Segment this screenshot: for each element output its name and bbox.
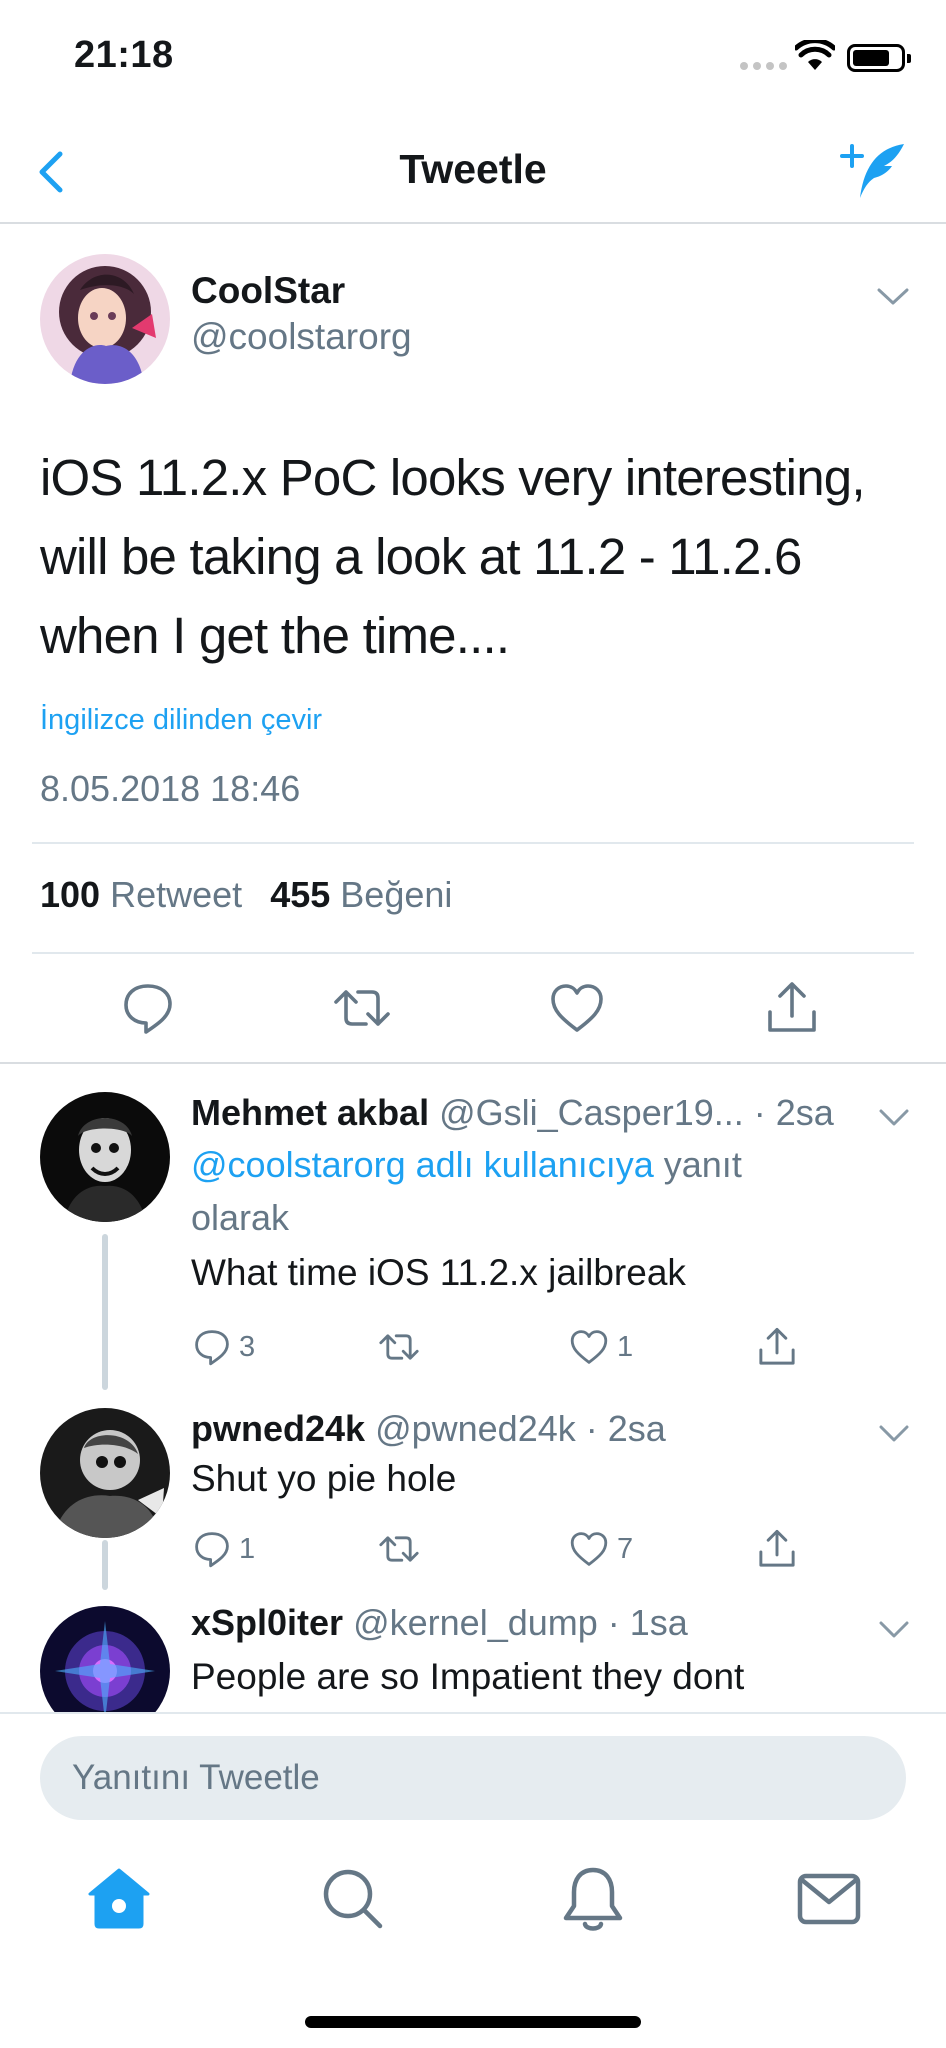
like-count: 7 [617, 1532, 634, 1565]
wifi-icon [795, 40, 835, 70]
chevron-down-icon[interactable] [876, 286, 910, 308]
reply-icon [195, 1330, 229, 1366]
compose-tweet-icon[interactable] [838, 140, 908, 202]
retweet-label: Retweet [110, 874, 243, 915]
like-button[interactable]: 7 [567, 1524, 633, 1574]
notifications-icon[interactable] [558, 1864, 628, 1934]
battery-icon [847, 44, 911, 72]
reply-action-bar: 3 1 [191, 1322, 821, 1372]
home-icon[interactable] [84, 1864, 154, 1934]
divider [0, 1062, 946, 1064]
reply-header: pwned24k @pwned24k · 2sa [191, 1408, 666, 1450]
reply-author-name[interactable]: xSpl0iter [191, 1602, 343, 1643]
reply-author-handle[interactable]: @pwned24k [375, 1408, 576, 1449]
messages-icon[interactable] [794, 1864, 864, 1934]
reply-count: 1 [239, 1532, 256, 1565]
avatar[interactable] [40, 1606, 170, 1712]
retweet-icon [379, 1536, 419, 1562]
like-label: Beğeni [340, 874, 453, 915]
reply-action-bar: 1 7 [191, 1524, 821, 1574]
like-icon [570, 1330, 608, 1364]
status-bar: 21:18 [0, 0, 946, 120]
reply-time: · 2sa [585, 1408, 666, 1449]
status-time: 21:18 [74, 34, 174, 76]
avatar[interactable] [40, 1092, 170, 1222]
reply-text: People are so Impatient they dont Unders… [191, 1656, 745, 1712]
retweet-icon [379, 1334, 419, 1360]
avatar[interactable] [40, 254, 170, 384]
author-name[interactable]: CoolStar [191, 270, 345, 312]
like-count: 1 [617, 1330, 634, 1363]
retweet-button[interactable] [375, 1322, 423, 1372]
like-icon [570, 1532, 608, 1566]
reply-author-name[interactable]: pwned24k [191, 1408, 365, 1449]
avatar[interactable] [40, 1408, 170, 1538]
like-icon[interactable] [547, 978, 607, 1038]
translate-link[interactable]: İngilizce dilinden çevir [40, 704, 322, 737]
reply-time: · 1sa [607, 1602, 688, 1643]
share-icon[interactable] [762, 978, 822, 1038]
like-button[interactable]: 1 [567, 1322, 633, 1372]
reply-author-handle[interactable]: @Gsli_Casper19... [439, 1092, 744, 1133]
chevron-down-icon[interactable] [878, 1424, 910, 1444]
nav-bar: Tweetle [0, 120, 946, 224]
tweet-text: iOS 11.2.x PoC looks very interesting, w… [40, 449, 866, 664]
reply-context: @coolstarorg adlı kullanıcıya yanıt olar… [191, 1138, 831, 1244]
divider [32, 952, 914, 954]
share-icon [759, 1529, 795, 1567]
signal-icon [740, 62, 787, 70]
engagement-counts[interactable]: 100 Retweet 455 Beğeni [40, 874, 452, 916]
reply-icon [195, 1532, 229, 1568]
reply-header: Mehmet akbal @Gsli_Casper19... · 2sa [191, 1092, 834, 1134]
retweet-icon[interactable] [332, 978, 392, 1038]
share-button[interactable] [755, 1322, 799, 1372]
reply-text: What time iOS 11.2.x jailbreak [191, 1252, 686, 1293]
reply-item[interactable]: xSpl0iter @kernel_dump · 1sa People are … [0, 1576, 946, 1712]
reply-button[interactable]: 1 [191, 1524, 255, 1574]
tweet-action-bar [0, 978, 946, 1058]
reply-time: · 2sa [753, 1092, 834, 1133]
search-icon[interactable] [318, 1864, 388, 1934]
share-button[interactable] [755, 1524, 799, 1574]
reply-icon[interactable] [118, 978, 178, 1038]
thread-line [102, 1234, 108, 1390]
reply-text: Shut yo pie hole [191, 1458, 457, 1499]
author-handle[interactable]: @coolstarorg [191, 316, 412, 358]
chevron-down-icon[interactable] [878, 1620, 910, 1640]
page-title: Tweetle [399, 146, 547, 192]
chevron-down-icon[interactable] [878, 1108, 910, 1128]
tweet-date: 8.05.2018 18:46 [40, 768, 301, 809]
home-indicator[interactable] [305, 2016, 641, 2028]
bottom-area [0, 1712, 946, 2048]
reply-button[interactable]: 3 [191, 1322, 255, 1372]
retweet-count: 100 [40, 874, 101, 915]
divider [32, 842, 914, 844]
reply-author-handle[interactable]: @kernel_dump [353, 1602, 598, 1643]
reply-input[interactable] [40, 1736, 906, 1820]
tab-bar [0, 1864, 946, 1964]
reply-author-name[interactable]: Mehmet akbal [191, 1092, 429, 1133]
share-icon [759, 1327, 795, 1365]
reply-count: 3 [239, 1330, 256, 1363]
like-count: 455 [270, 874, 331, 915]
reply-to-mention[interactable]: @coolstarorg adlı kullanıcıya [191, 1144, 654, 1185]
reply-header: xSpl0iter @kernel_dump · 1sa [191, 1602, 688, 1644]
retweet-button[interactable] [375, 1524, 423, 1574]
